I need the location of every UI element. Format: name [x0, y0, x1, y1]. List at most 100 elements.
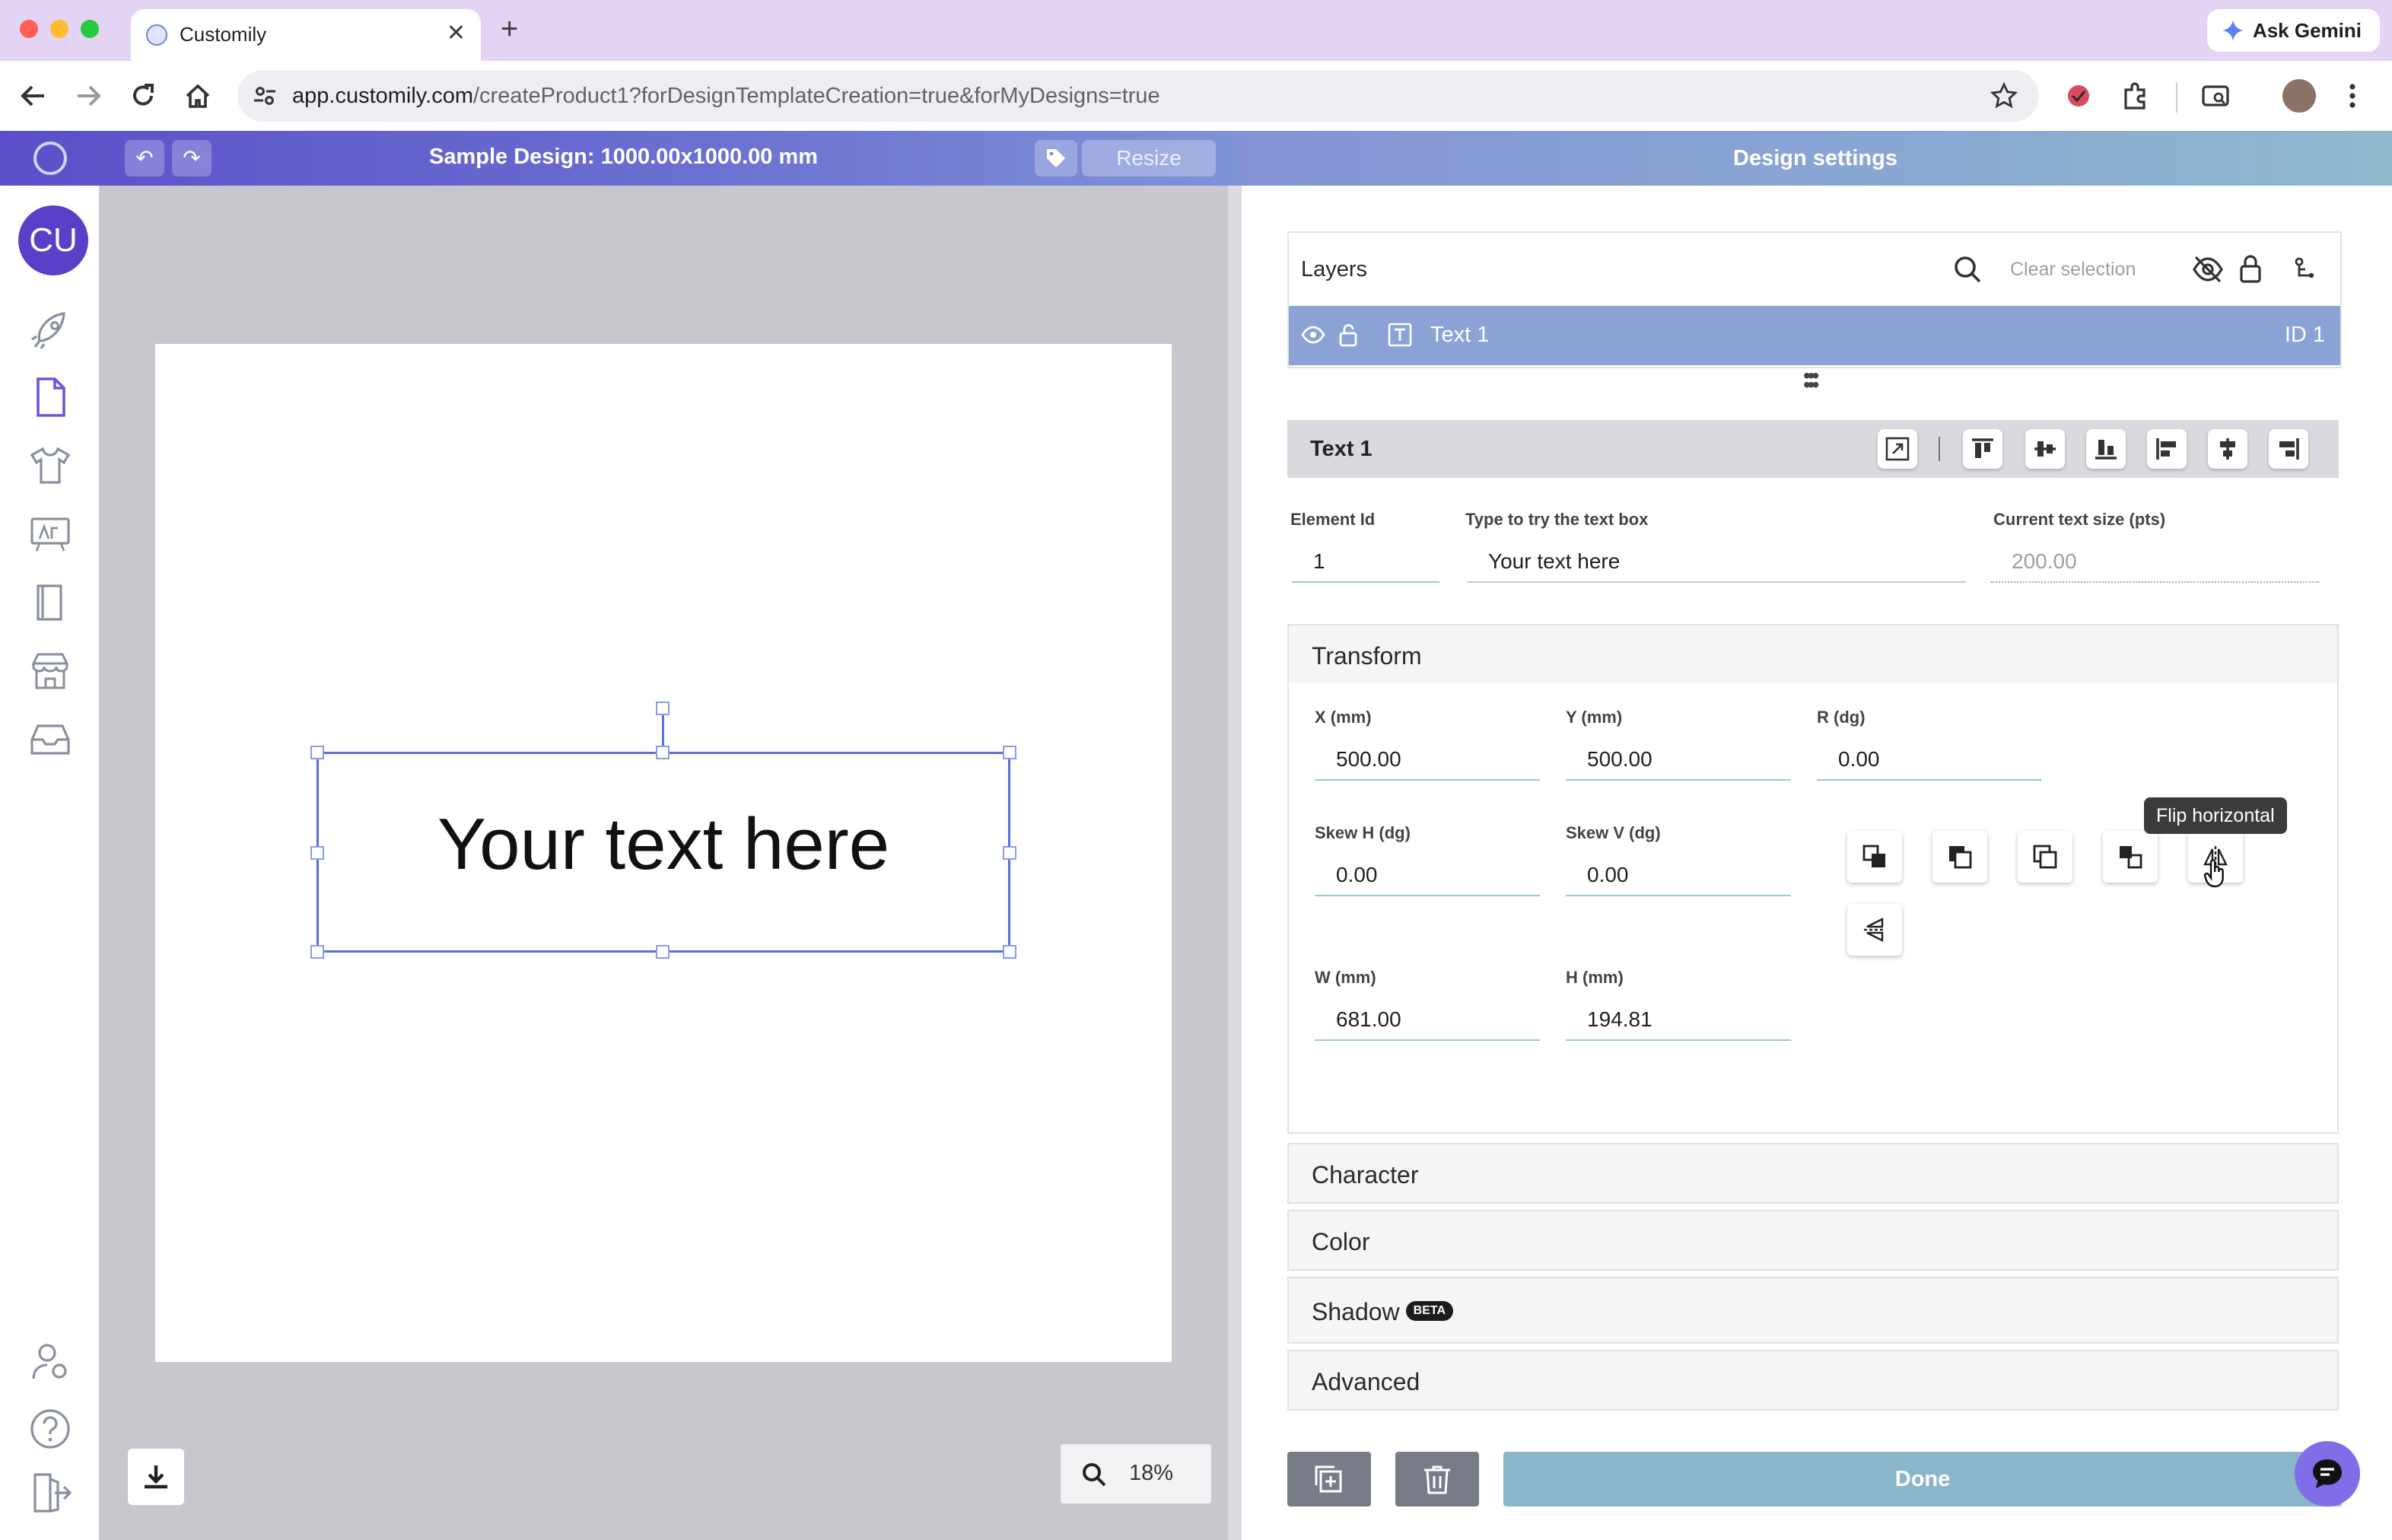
undo-button[interactable]: ↶ [125, 140, 164, 177]
fit-to-canvas-button[interactable] [1878, 429, 1917, 469]
minimize-window-button[interactable] [50, 20, 68, 38]
customily-logo-icon[interactable] [33, 142, 67, 175]
ask-gemini-label: Ask Gemini [2252, 18, 2362, 42]
logout-icon[interactable] [27, 1470, 73, 1516]
extensions-puzzle-icon[interactable] [2120, 81, 2150, 111]
rotation-handle[interactable] [656, 702, 670, 715]
resize-handle-right[interactable] [1003, 846, 1016, 860]
new-tab-button[interactable]: + [501, 12, 518, 46]
bookmark-star-icon[interactable] [1990, 82, 2018, 110]
x-input[interactable]: 500.00 [1315, 740, 1540, 781]
design-title: Sample Design: 1000.00x1000.00 mm [429, 145, 819, 169]
text-box-input[interactable]: Your text here [1467, 542, 1966, 583]
browser-menu-icon[interactable] [2340, 81, 2365, 111]
design-canvas-icon[interactable] [27, 511, 73, 557]
maximize-window-button[interactable] [81, 20, 99, 38]
flip-vertical-icon [1864, 918, 1885, 942]
duplicate-layer-button[interactable] [1287, 1452, 1371, 1507]
book-icon[interactable] [27, 580, 73, 625]
customily-favicon-icon [146, 24, 167, 46]
layer-tree-icon[interactable] [2295, 257, 2316, 282]
resize-handle-bottom-right[interactable] [1003, 945, 1016, 959]
browser-tab[interactable]: Customily ✕ [131, 9, 481, 61]
design-settings-header: Design settings [1239, 131, 2392, 186]
layer-search-icon[interactable] [1954, 256, 1981, 283]
drag-grip-icon[interactable]: ••• ••• [1803, 365, 1819, 396]
advanced-section[interactable]: Advanced [1287, 1350, 2339, 1411]
flip-horizontal-tooltip: Flip horizontal [2144, 797, 2287, 834]
tshirt-icon[interactable] [27, 443, 73, 488]
user-avatar[interactable]: CU [18, 205, 88, 275]
hide-all-eye-icon[interactable] [2193, 256, 2223, 283]
canvas-area[interactable]: Your text here 18% [99, 186, 1228, 1540]
resize-handle-left[interactable] [310, 846, 324, 860]
user-settings-icon[interactable] [27, 1339, 73, 1385]
height-input[interactable]: 194.81 [1566, 1000, 1791, 1041]
resize-handle-top-left[interactable] [310, 746, 324, 759]
align-bottom-button[interactable] [2086, 429, 2126, 469]
align-center-button[interactable] [2208, 429, 2247, 469]
done-button[interactable]: Done [1503, 1452, 2342, 1507]
align-top-button[interactable] [1963, 429, 2002, 469]
clear-selection-button[interactable]: Clear selection [2010, 259, 2136, 281]
back-arrow-icon[interactable] [20, 82, 47, 110]
reload-icon[interactable] [129, 82, 157, 110]
tab-search-icon[interactable] [2200, 81, 2231, 111]
extension-red-icon[interactable] [2063, 81, 2094, 111]
element-id-input[interactable]: 1 [1292, 542, 1439, 583]
panel-splitter[interactable] [1228, 186, 1242, 1540]
ask-gemini-button[interactable]: Ask Gemini [2206, 9, 2380, 52]
align-middle-button[interactable] [2025, 429, 2065, 469]
text-element-selection[interactable]: Your text here [316, 752, 1010, 953]
resize-handle-top[interactable] [656, 746, 670, 759]
duplicate-element-button[interactable] [2018, 831, 2072, 883]
forward-arrow-icon[interactable] [75, 82, 102, 110]
url-text: app.customily.com/createProduct1?forDesi… [292, 84, 1160, 108]
color-section[interactable]: Color [1287, 1210, 2339, 1271]
text-box-label: Type to try the text box [1465, 510, 1649, 529]
skew-v-input[interactable]: 0.00 [1566, 855, 1791, 896]
send-backward-button[interactable] [2103, 831, 2158, 883]
document-icon[interactable] [27, 374, 73, 420]
store-icon[interactable] [27, 648, 73, 694]
tab-close-icon[interactable]: ✕ [447, 20, 466, 46]
y-input[interactable]: 500.00 [1566, 740, 1791, 781]
bring-forward-button[interactable] [1847, 831, 1902, 883]
lock-all-icon[interactable] [2238, 253, 2263, 283]
layer-visibility-eye-icon[interactable] [1301, 326, 1325, 344]
help-icon[interactable] [27, 1406, 73, 1452]
profile-avatar[interactable] [2282, 79, 2316, 113]
address-bar[interactable]: app.customily.com/createProduct1?forDesi… [237, 70, 2039, 122]
shadow-section[interactable]: Shadow BETA [1287, 1277, 2339, 1344]
character-section[interactable]: Character [1287, 1143, 2339, 1204]
artboard[interactable]: Your text here [155, 344, 1172, 1362]
send-backward-icon [2120, 846, 2142, 869]
zoom-control[interactable]: 18% [1061, 1444, 1211, 1503]
flip-vertical-button[interactable] [1847, 904, 1902, 956]
home-icon[interactable] [184, 82, 212, 110]
chat-support-button[interactable] [2295, 1441, 2360, 1507]
transform-section-header[interactable]: Transform [1287, 624, 2339, 685]
width-input[interactable]: 681.00 [1315, 1000, 1540, 1041]
site-settings-icon[interactable] [253, 84, 277, 108]
chat-bubble-icon [2313, 1459, 2342, 1488]
resize-button[interactable]: Resize [1082, 140, 1216, 177]
resize-handle-bottom-left[interactable] [310, 945, 324, 959]
redo-button[interactable]: ↷ [172, 140, 212, 177]
layer-row[interactable]: Text 1 ID 1 [1289, 306, 2340, 365]
align-left-button[interactable] [2147, 429, 2187, 469]
download-button[interactable] [128, 1449, 184, 1505]
bring-to-front-button[interactable] [1932, 831, 1987, 883]
delete-layer-button[interactable] [1395, 1452, 1479, 1507]
skew-h-input[interactable]: 0.00 [1315, 855, 1540, 896]
resize-handle-bottom[interactable] [656, 945, 670, 959]
close-window-button[interactable] [20, 20, 38, 38]
rotation-input[interactable]: 0.00 [1817, 740, 2042, 781]
align-right-button[interactable] [2269, 429, 2308, 469]
tag-button[interactable] [1035, 140, 1077, 177]
rocket-icon[interactable] [27, 307, 73, 353]
inbox-icon[interactable] [27, 717, 73, 762]
resize-handle-top-right[interactable] [1003, 746, 1016, 759]
layer-unlock-icon[interactable] [1338, 323, 1359, 347]
header-divider [1939, 437, 1940, 461]
